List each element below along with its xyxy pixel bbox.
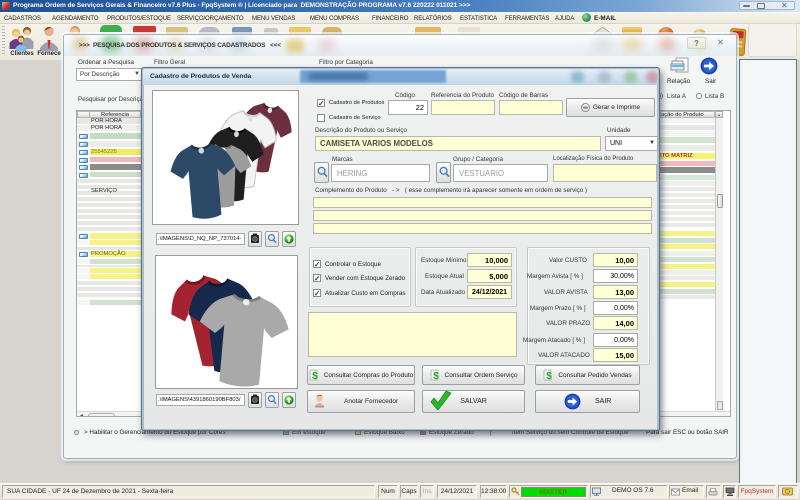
svg-text:$: $ [312,371,318,381]
svg-text:$: $ [433,371,439,381]
svg-text:$: $ [547,371,553,381]
